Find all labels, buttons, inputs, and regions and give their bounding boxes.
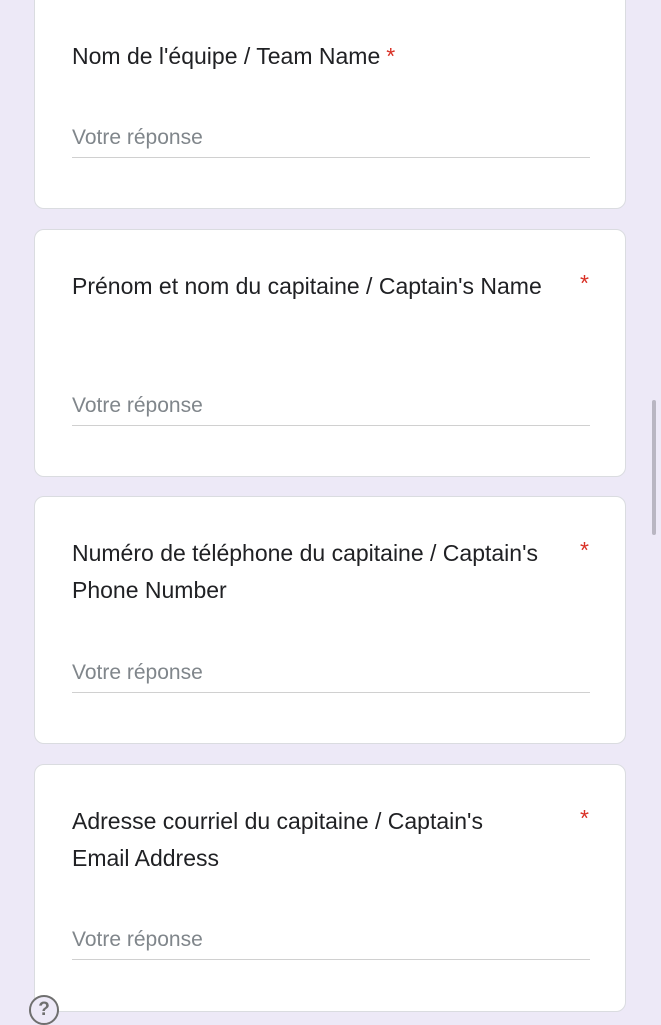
required-asterisk: * — [386, 43, 396, 69]
question-card-team-name: Nom de l'équipe / Team Name * — [34, 0, 626, 209]
question-card-captain-name: Prénom et nom du capitaine / Captain's N… — [34, 229, 626, 477]
question-title: Prénom et nom du capitaine / Captain's N… — [72, 273, 542, 299]
question-title: Numéro de téléphone du capitaine / Capta… — [72, 540, 538, 603]
help-icon[interactable]: ? — [29, 995, 59, 1025]
question-card-captain-phone: Numéro de téléphone du capitaine / Capta… — [34, 496, 626, 744]
question-title: Nom de l'équipe / Team Name * — [72, 38, 542, 75]
captain-name-input[interactable] — [72, 387, 590, 426]
captain-email-input[interactable] — [72, 921, 590, 960]
question-card-captain-email: Adresse courriel du capitaine / Captain'… — [34, 764, 626, 1012]
required-asterisk: * — [580, 537, 589, 563]
team-name-input[interactable] — [72, 119, 590, 158]
required-asterisk: * — [580, 805, 589, 831]
scrollbar-thumb[interactable] — [652, 400, 656, 535]
captain-phone-input[interactable] — [72, 654, 590, 693]
question-title: Adresse courriel du capitaine / Captain'… — [72, 808, 483, 871]
question-title-text: Nom de l'équipe / Team Name — [72, 43, 381, 69]
required-asterisk: * — [580, 270, 589, 296]
